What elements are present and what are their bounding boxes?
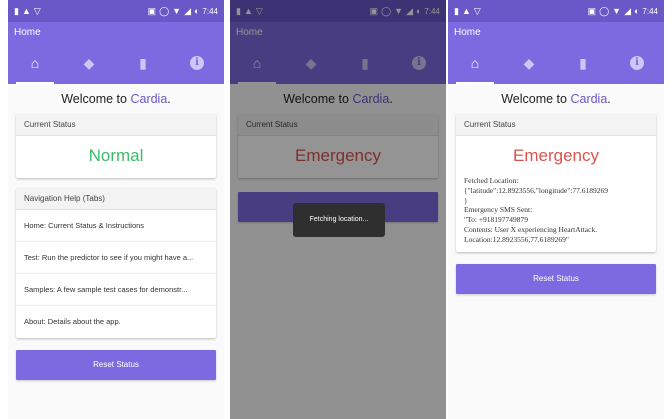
nav-help-card: Navigation Help (Tabs) Home: Current Sta… xyxy=(16,188,216,338)
tab-home[interactable]: ⌂ xyxy=(448,42,502,84)
alarm-icon: ◯ xyxy=(599,5,610,16)
alarm-icon: ◯ xyxy=(159,5,170,16)
wifi-icon: ▼ xyxy=(172,5,182,16)
fetching-location-dialog: Fetching location... xyxy=(293,203,385,237)
fetched-location-json: {"latitude":12.8923556,"longitude":77.61… xyxy=(464,185,608,195)
sms-recipient: "To: +918197749879 xyxy=(464,215,529,224)
vibrate-icon: ▣ xyxy=(147,5,157,16)
nav-help-header: Navigation Help (Tabs) xyxy=(16,188,216,210)
welcome-text: Welcome to xyxy=(61,92,131,106)
brand-name: Cardia xyxy=(130,92,168,106)
screen-home-normal: ▮ ▲ ▽ ▣ ◯ ▼ ◢ ◐ 7:44 Home ⌂ ◆ ▮ Welcome … xyxy=(8,0,224,419)
status-card: Current Status Emergency Fetched Locatio… xyxy=(456,114,656,253)
emergency-details: Fetched Location: {"latitude":12.8923556… xyxy=(456,170,656,252)
app-bar-title: Home xyxy=(8,22,224,42)
status-time: 7:44 xyxy=(642,6,658,16)
nav-help-item-samples[interactable]: Samples: A few sample test cases for dem… xyxy=(16,274,216,306)
message-icon: ▮ xyxy=(454,5,459,16)
bookmark-icon: ▮ xyxy=(139,55,147,71)
vibrate-icon: ▣ xyxy=(587,5,597,16)
tab-home[interactable]: ⌂ xyxy=(8,42,62,84)
reset-status-button[interactable]: Reset Status xyxy=(456,264,656,295)
fetched-location-json-end: } xyxy=(464,195,468,205)
cloud-icon: ▲ xyxy=(461,5,471,16)
tab-test[interactable]: ◆ xyxy=(502,42,556,84)
status-time: 7:44 xyxy=(202,6,218,16)
tab-bar: ⌂ ◆ ▮ xyxy=(448,42,664,84)
brand-name: Cardia xyxy=(570,92,608,106)
status-value: Emergency xyxy=(513,146,599,165)
nav-help-item-test[interactable]: Test: Run the predictor to see if you mi… xyxy=(16,242,216,274)
tab-samples[interactable]: ▮ xyxy=(556,42,610,84)
welcome-heading: Welcome to Cardia. xyxy=(8,84,224,114)
nav-help-item-about[interactable]: About: Details about the app. xyxy=(16,306,216,338)
bookmark-icon: ▮ xyxy=(579,55,587,71)
welcome-suffix: . xyxy=(167,92,171,106)
fetched-location-label: Fetched Location: xyxy=(464,176,519,185)
screen-home-fetching: ▮ ▲ ▽ ▣ ◯ ▼ ◢ ◐ 7:44 Home ⌂ ◆ ▮ Welcome … xyxy=(230,0,446,419)
tab-about[interactable] xyxy=(170,42,224,84)
signal-icon: ◢ xyxy=(184,5,191,16)
shield-icon: ▽ xyxy=(473,5,481,16)
status-bar: ▮ ▲ ▽ ▣ ◯ ▼ ◢ ◐ 7:44 xyxy=(448,0,664,22)
sms-location: Location:12.8923556,77.6189269" xyxy=(464,234,569,244)
message-icon: ▮ xyxy=(14,5,19,16)
tab-test[interactable]: ◆ xyxy=(62,42,116,84)
tab-bar: ⌂ ◆ ▮ xyxy=(8,42,224,84)
home-icon: ⌂ xyxy=(30,55,40,71)
sms-contents: Contents: User X experiencing HeartAttac… xyxy=(464,224,598,234)
status-card: Current Status Normal xyxy=(16,114,216,178)
home-icon: ⌂ xyxy=(470,55,480,71)
info-icon xyxy=(630,56,644,70)
info-icon xyxy=(190,56,204,70)
welcome-suffix: . xyxy=(607,92,611,106)
status-bar: ▮ ▲ ▽ ▣ ◯ ▼ ◢ ◐ 7:44 xyxy=(8,0,224,22)
battery-icon: ◐ xyxy=(633,5,640,16)
screen-home-emergency: ▮ ▲ ▽ ▣ ◯ ▼ ◢ ◐ 7:44 Home ⌂ ◆ ▮ Welcome … xyxy=(448,0,664,419)
welcome-text: Welcome to xyxy=(501,92,571,106)
tag-icon: ◆ xyxy=(523,55,535,71)
wifi-icon: ▼ xyxy=(612,5,622,16)
nav-help-item-home[interactable]: Home: Current Status & Instructions xyxy=(16,210,216,242)
status-card-header: Current Status xyxy=(16,114,216,136)
tab-samples[interactable]: ▮ xyxy=(116,42,170,84)
sms-sent-label: Emergency SMS Sent: xyxy=(464,205,533,215)
status-value: Normal xyxy=(88,146,144,165)
signal-icon: ◢ xyxy=(624,5,631,16)
cloud-icon: ▲ xyxy=(21,5,31,16)
tab-about[interactable] xyxy=(610,42,664,84)
welcome-heading: Welcome to Cardia. xyxy=(448,84,664,114)
tag-icon: ◆ xyxy=(83,55,95,71)
shield-icon: ▽ xyxy=(33,5,41,16)
status-card-header: Current Status xyxy=(456,114,656,136)
battery-icon: ◐ xyxy=(193,5,200,16)
app-bar-title: Home xyxy=(448,22,664,42)
reset-status-button[interactable]: Reset Status xyxy=(16,350,216,380)
